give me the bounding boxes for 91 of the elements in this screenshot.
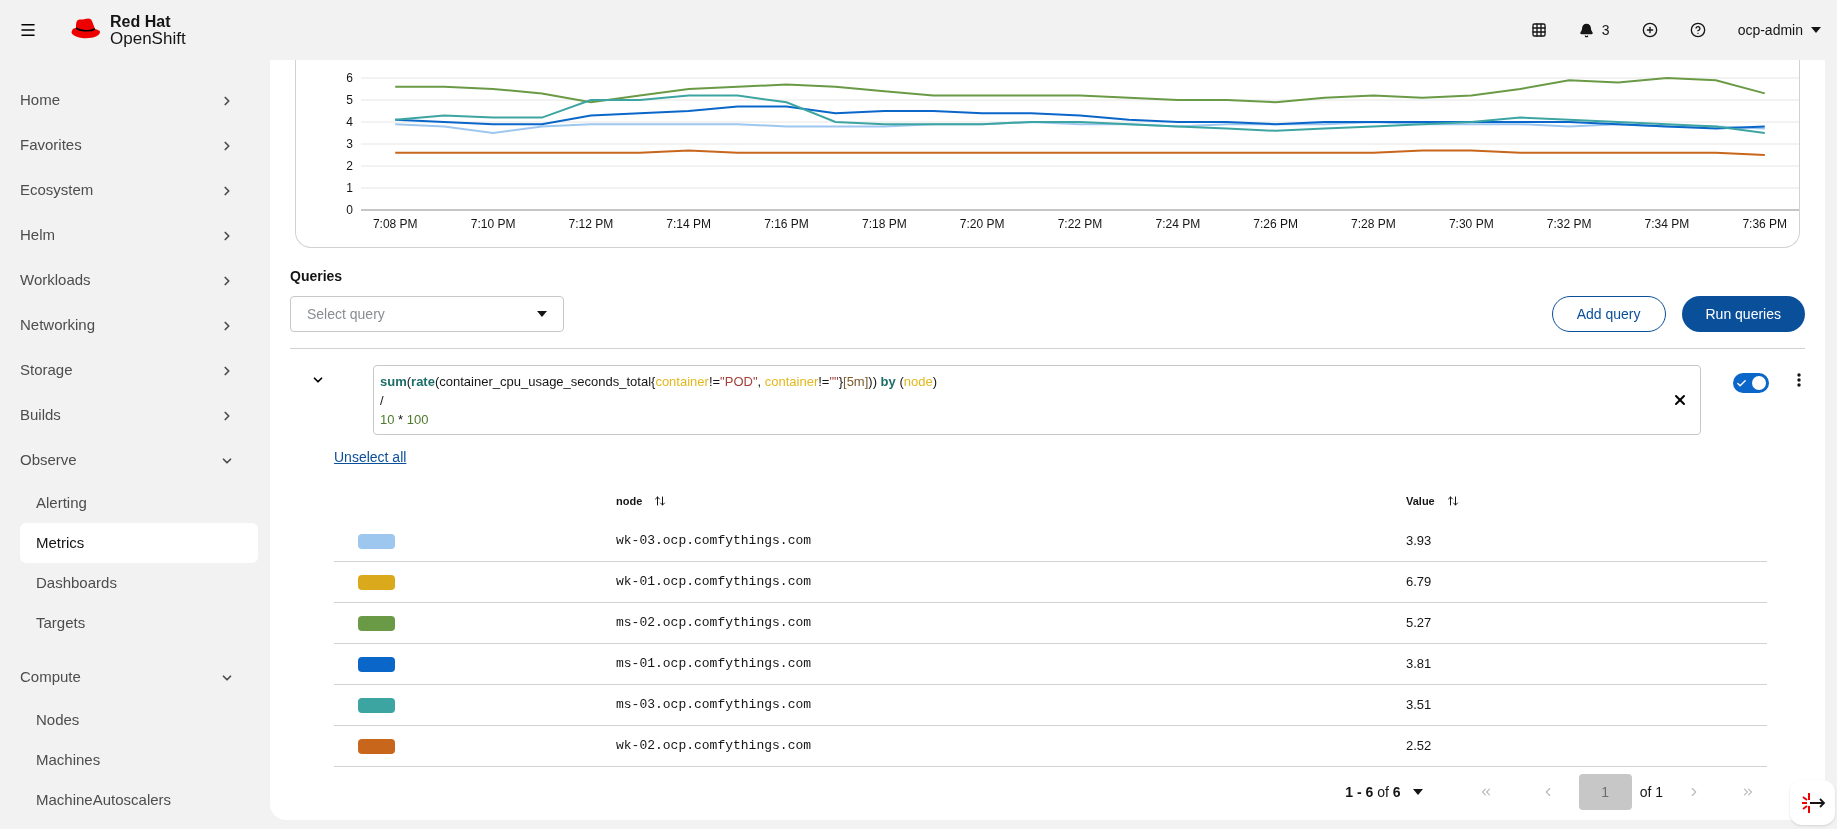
- x-axis-label: 7:30 PM: [1448, 217, 1494, 231]
- nav-section[interactable]: Storage: [20, 348, 250, 393]
- double-chevron-right-icon: [1741, 785, 1755, 799]
- caret-icon: [1811, 27, 1821, 33]
- menu-icon: [19, 21, 37, 39]
- nav-section[interactable]: Home: [20, 78, 250, 123]
- y-axis-label: 2: [346, 159, 353, 173]
- x-axis-label: 7:22 PM: [1057, 217, 1103, 231]
- help-icon: [1689, 22, 1706, 38]
- x-axis-label: 7:12 PM: [568, 217, 614, 231]
- node-cell-text: wk-02.ocp.comfythings.com: [616, 737, 813, 756]
- notifications-button[interactable]: 3: [1578, 20, 1610, 40]
- nav-item[interactable]: Alerting: [20, 483, 258, 523]
- series-color-swatch[interactable]: [358, 656, 395, 672]
- value-cell-text: 5.27: [1406, 614, 1433, 633]
- x-axis-label: 7:32 PM: [1546, 217, 1592, 231]
- x-axis-label: 7:18 PM: [862, 217, 907, 231]
- series-color-swatch[interactable]: [358, 697, 395, 713]
- nav-item[interactable]: Nodes: [20, 700, 258, 740]
- x-axis-label: 7:34 PM: [1644, 217, 1690, 231]
- column-header: node: [616, 493, 643, 509]
- nav-section[interactable]: Networking: [20, 303, 250, 348]
- close-icon: [1672, 392, 1688, 408]
- y-axis-label: 4: [346, 115, 353, 129]
- run-queries-button[interactable]: Run queries: [1681, 296, 1805, 332]
- per-page-dropdown[interactable]: 1 - 6 of 6: [1345, 782, 1423, 802]
- unselect-all-link[interactable]: Unselect all: [334, 447, 407, 467]
- apps-grid-button[interactable]: [1530, 22, 1547, 38]
- x-axis-label: 7:10 PM: [470, 217, 516, 231]
- node-cell-text: wk-03.ocp.comfythings.com: [616, 532, 813, 551]
- queries-heading: Queries: [290, 268, 343, 284]
- series-color-swatch[interactable]: [358, 738, 395, 754]
- node-cell-text: ms-03.ocp.comfythings.com: [616, 696, 813, 715]
- x-axis-label: 7:14 PM: [666, 217, 712, 231]
- query-editor[interactable]: sum(rate(container_cpu_usage_seconds_total{container!="POD", container!=""}[5m])) by (node) / 10 * 100: [373, 365, 1701, 435]
- plus-circle-icon: [1641, 22, 1658, 38]
- y-axis-label: 5: [346, 93, 353, 107]
- nav-section[interactable]: Ecosystem: [20, 168, 250, 213]
- x-axis-label: 7:36 PM: [1742, 217, 1788, 231]
- series-color-swatch[interactable]: [358, 615, 395, 631]
- page-count: of 1: [1639, 783, 1663, 802]
- series-color-swatch[interactable]: [358, 574, 395, 590]
- sort-icon[interactable]: [1446, 495, 1459, 507]
- help-button[interactable]: [1689, 22, 1706, 38]
- nav-section[interactable]: Helm: [20, 213, 250, 258]
- x-axis-label: 7:08 PM: [372, 217, 418, 231]
- nav-section[interactable]: Compute: [20, 655, 250, 700]
- kebab-icon: [1797, 373, 1801, 387]
- nav-item[interactable]: Machines: [20, 740, 258, 780]
- clear-query-button[interactable]: [1672, 392, 1688, 408]
- node-cell-text: wk-01.ocp.comfythings.com: [616, 573, 813, 592]
- caret-icon: [1412, 789, 1423, 795]
- nav-item[interactable]: Metrics: [20, 523, 258, 563]
- assistant-launcher-button[interactable]: [1790, 780, 1835, 825]
- value-cell-text: 2.52: [1406, 737, 1433, 756]
- y-axis-label: 6: [346, 71, 353, 85]
- nav-item[interactable]: Dashboards: [20, 563, 258, 603]
- nav-item[interactable]: MachineAutoscalers: [20, 780, 258, 820]
- y-axis-label: 1: [346, 181, 353, 195]
- value-cell-text: 3.51: [1406, 696, 1433, 715]
- series-color-swatch[interactable]: [358, 533, 395, 549]
- query-enable-switch[interactable]: [1733, 373, 1769, 393]
- brand-name: Red Hat: [110, 13, 172, 30]
- column-header: Value: [1406, 493, 1435, 509]
- nav-section[interactable]: Workloads: [20, 258, 250, 303]
- caret-icon: [537, 311, 547, 317]
- nav-item[interactable]: Targets: [20, 603, 258, 643]
- product-name: OpenShift: [110, 30, 186, 47]
- burst-arrow-icon: [1799, 790, 1826, 815]
- nav-section[interactable]: Favorites: [20, 123, 250, 168]
- x-axis-label: 7:20 PM: [959, 217, 1005, 231]
- node-cell-text: ms-02.ocp.comfythings.com: [616, 614, 813, 633]
- x-axis-label: 7:16 PM: [764, 217, 809, 231]
- bell-icon: [1578, 22, 1594, 38]
- sort-icon[interactable]: [654, 495, 667, 507]
- value-cell-text: 3.81: [1406, 655, 1433, 674]
- y-axis-label: 3: [346, 137, 353, 151]
- value-cell-text: 3.93: [1406, 532, 1433, 551]
- value-cell-text: 6.79: [1406, 573, 1433, 592]
- add-button[interactable]: [1641, 22, 1658, 38]
- x-axis-label: 7:26 PM: [1253, 217, 1298, 231]
- grid-icon: [1530, 22, 1547, 38]
- check-icon: [1736, 377, 1747, 389]
- x-axis-label: 7:24 PM: [1155, 217, 1201, 231]
- user-menu-button[interactable]: ocp-admin: [1737, 20, 1821, 40]
- nav-section[interactable]: Builds: [20, 393, 250, 438]
- y-axis-label: 0: [346, 203, 353, 217]
- nav-section[interactable]: Observe: [20, 438, 250, 483]
- x-axis-label: 7:28 PM: [1351, 217, 1396, 231]
- kebab-menu-button[interactable]: [1797, 373, 1801, 387]
- node-cell-text: ms-01.ocp.comfythings.com: [616, 655, 813, 674]
